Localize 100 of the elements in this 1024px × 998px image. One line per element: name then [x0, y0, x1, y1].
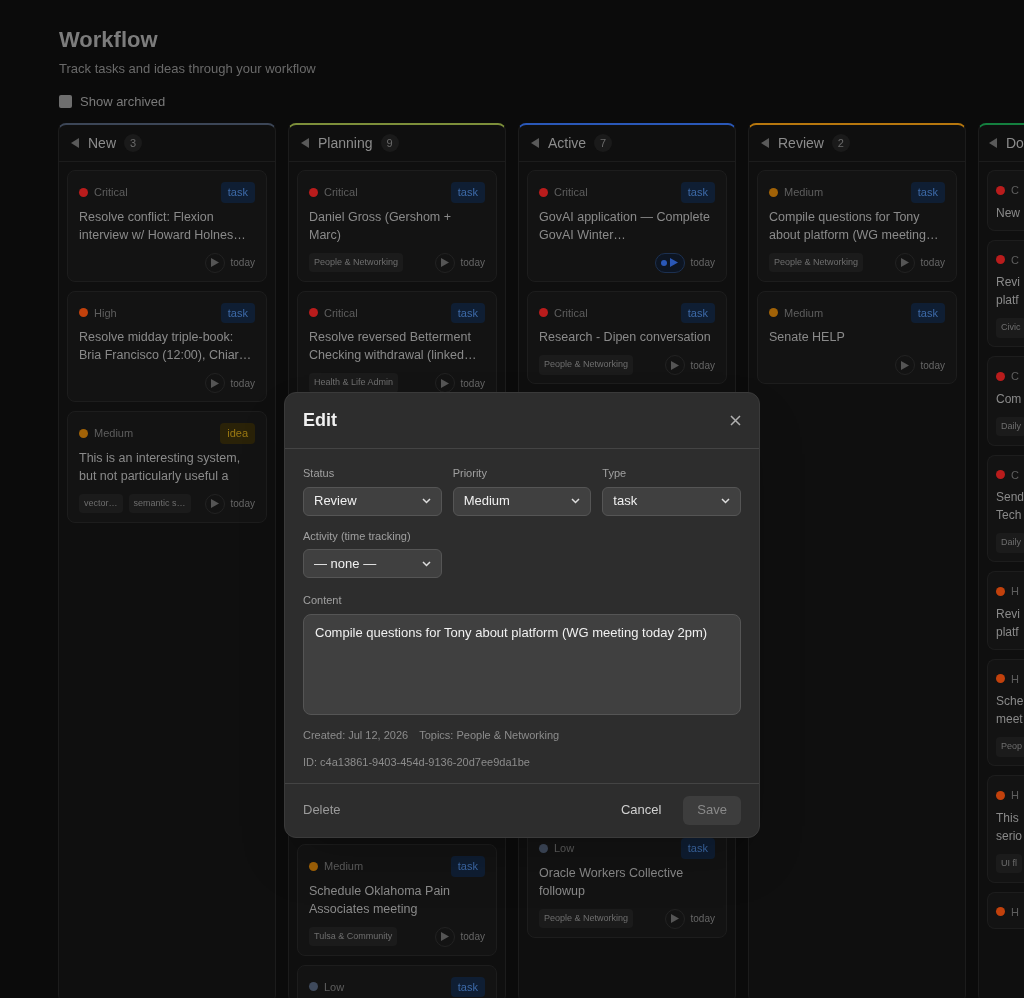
topic-tag: People & Networking — [769, 252, 864, 273]
column-title: Active — [548, 133, 587, 153]
task-card[interactable]: H Revi platf — [987, 571, 1024, 650]
play-icon — [210, 258, 219, 267]
column-title: New — [88, 133, 116, 153]
priority-label: Low — [324, 979, 345, 995]
task-card[interactable]: Critical task GovAI application — Complete GovAI Winter… today — [527, 170, 727, 282]
delete-button[interactable]: Delete — [303, 800, 341, 820]
checkbox[interactable] — [59, 94, 72, 108]
card-title: Research - Dipen conversation — [539, 329, 712, 346]
topic-tag: People & Networking — [539, 355, 634, 375]
type-tag: task — [450, 976, 485, 997]
topic-tag: Daily — [996, 533, 1024, 553]
card-title: GovAI application — Complete GovAI Winter… — [539, 208, 711, 244]
topic-tag: semantic s… — [128, 493, 191, 514]
created-date: Created: Jul 12, 2026 — [303, 727, 409, 743]
task-card[interactable]: H This serio UI fl — [987, 775, 1024, 883]
due-date: today — [920, 358, 945, 373]
due-date: today — [460, 376, 485, 391]
priority-label: Critical — [324, 305, 358, 321]
card-title: Sche meet — [996, 693, 1024, 728]
type-tag: task — [910, 182, 945, 203]
collapse-icon[interactable] — [761, 138, 770, 148]
priority-label: C — [1011, 467, 1019, 483]
recording-dot-icon — [661, 259, 668, 266]
card-title: Resolve conflict: Flexion interview w/ Howard Holnes… — [79, 208, 247, 244]
type-tag: task — [910, 302, 945, 323]
due-date: today — [230, 376, 255, 391]
task-card[interactable]: H Sche meet Peop — [987, 658, 1024, 766]
timer-button[interactable] — [654, 252, 685, 273]
type-tag: task — [450, 182, 485, 203]
priority-label: C — [1011, 369, 1019, 384]
task-card[interactable]: Critical task Research - Dipen conversation People & Networking today — [527, 290, 727, 384]
select-field[interactable]: task — [602, 486, 741, 516]
count-badge: 9 — [380, 134, 399, 152]
priority-label: Critical — [554, 185, 588, 200]
type-tag: idea — [220, 423, 255, 444]
show-archived-label[interactable]: Show archived — [80, 91, 166, 111]
task-card[interactable]: Critical task Resolve conflict: Flexion interview w/ Howard Holnes… today — [67, 170, 267, 282]
collapse-icon[interactable] — [301, 138, 310, 148]
play-icon — [670, 914, 679, 923]
select-field[interactable]: Medium — [452, 486, 592, 516]
type-tag: task — [450, 856, 485, 877]
dialog-title: Edit — [303, 409, 337, 432]
task-card[interactable]: Medium task Senate HELP today — [757, 290, 957, 384]
priority-label: Critical — [554, 305, 588, 321]
type-tag: task — [220, 302, 255, 323]
play-icon — [670, 360, 679, 370]
field-label: Priority — [452, 466, 488, 481]
type-tag: task — [680, 302, 715, 323]
field-label: Type — [602, 466, 628, 481]
play-icon — [210, 378, 219, 388]
priority-label: Medium — [784, 185, 824, 200]
due-date: today — [460, 930, 485, 944]
card-title: Daniel Gross (Gershom + Marc) — [309, 208, 453, 244]
collapse-icon[interactable] — [531, 138, 540, 148]
priority-label: H — [1011, 788, 1019, 803]
due-date: today — [690, 358, 715, 373]
card-title: Resolve reversed Betterment Checking withdrawal (linked… — [309, 329, 478, 364]
task-card[interactable]: H — [987, 891, 1024, 929]
chevron-down-icon — [421, 498, 431, 504]
priority-label: High — [94, 305, 117, 321]
item-id: ID: c4a13861-9403-454d-9136-20d7ee9da1be — [303, 755, 531, 770]
card-title: This is an interesting system, but not particularly useful a — [79, 449, 242, 485]
topic-tag: vector… — [79, 493, 123, 514]
task-card[interactable]: High task Resolve midday triple-book: Bria Francisco (12:00), Chiar… today — [67, 290, 267, 402]
close-icon[interactable] — [730, 415, 741, 426]
due-date: today — [690, 912, 715, 926]
card-title: Resolve midday triple-book: Bria Francisco (12:00), Chiar… — [79, 329, 253, 364]
task-card[interactable]: C New — [987, 170, 1024, 231]
topic-tag: Daily — [996, 416, 1024, 437]
play-icon — [900, 360, 909, 370]
content-field[interactable]: Compile questions for Tony about platform (WG meeting today 2pm) — [303, 613, 741, 715]
task-card[interactable]: C Send Tech Daily — [987, 454, 1024, 562]
due-date: today — [230, 497, 255, 511]
task-card[interactable]: Medium task Schedule Oklahoma Pain Associates meeting Tulsa & Community today — [297, 844, 497, 956]
page-subtitle: Track tasks and ideas through your workflow — [59, 60, 317, 78]
card-title: This serio — [996, 809, 1023, 845]
priority-label: H — [1011, 584, 1019, 599]
task-card[interactable]: Medium task Compile questions for Tony about platform (WG meeting… People & Networking today — [757, 170, 957, 282]
select-field[interactable]: — none — — [303, 549, 442, 578]
task-card[interactable]: Low task — [297, 964, 497, 998]
task-card[interactable]: Critical task Daniel Gross (Gershom + Marc) People & Networking today — [297, 170, 497, 282]
priority-label: Low — [554, 841, 575, 856]
due-date: today — [460, 256, 485, 270]
field-label: Content — [303, 593, 343, 608]
chevron-down-icon — [721, 498, 730, 504]
type-tag: task — [450, 302, 485, 323]
select-field[interactable]: Review — [303, 486, 442, 516]
column-title: Review — [778, 133, 824, 153]
task-card[interactable]: C Com Daily — [987, 356, 1024, 446]
topic-tag: Health & Life Admin — [309, 373, 399, 393]
card-title: Compile questions for Tony about platform (WG meeting… — [769, 208, 940, 244]
task-card[interactable]: C Revi platf Civic — [987, 239, 1024, 347]
collapse-icon[interactable] — [71, 138, 80, 148]
collapse-icon[interactable] — [989, 138, 998, 148]
topic-tag: Tulsa & Community — [309, 926, 398, 947]
column-title: Planning — [318, 133, 373, 153]
task-card[interactable]: Medium idea This is an interesting system, but not particularly useful a vector… semantic s… today — [67, 411, 267, 523]
cancel-button[interactable]: Cancel — [620, 800, 662, 820]
